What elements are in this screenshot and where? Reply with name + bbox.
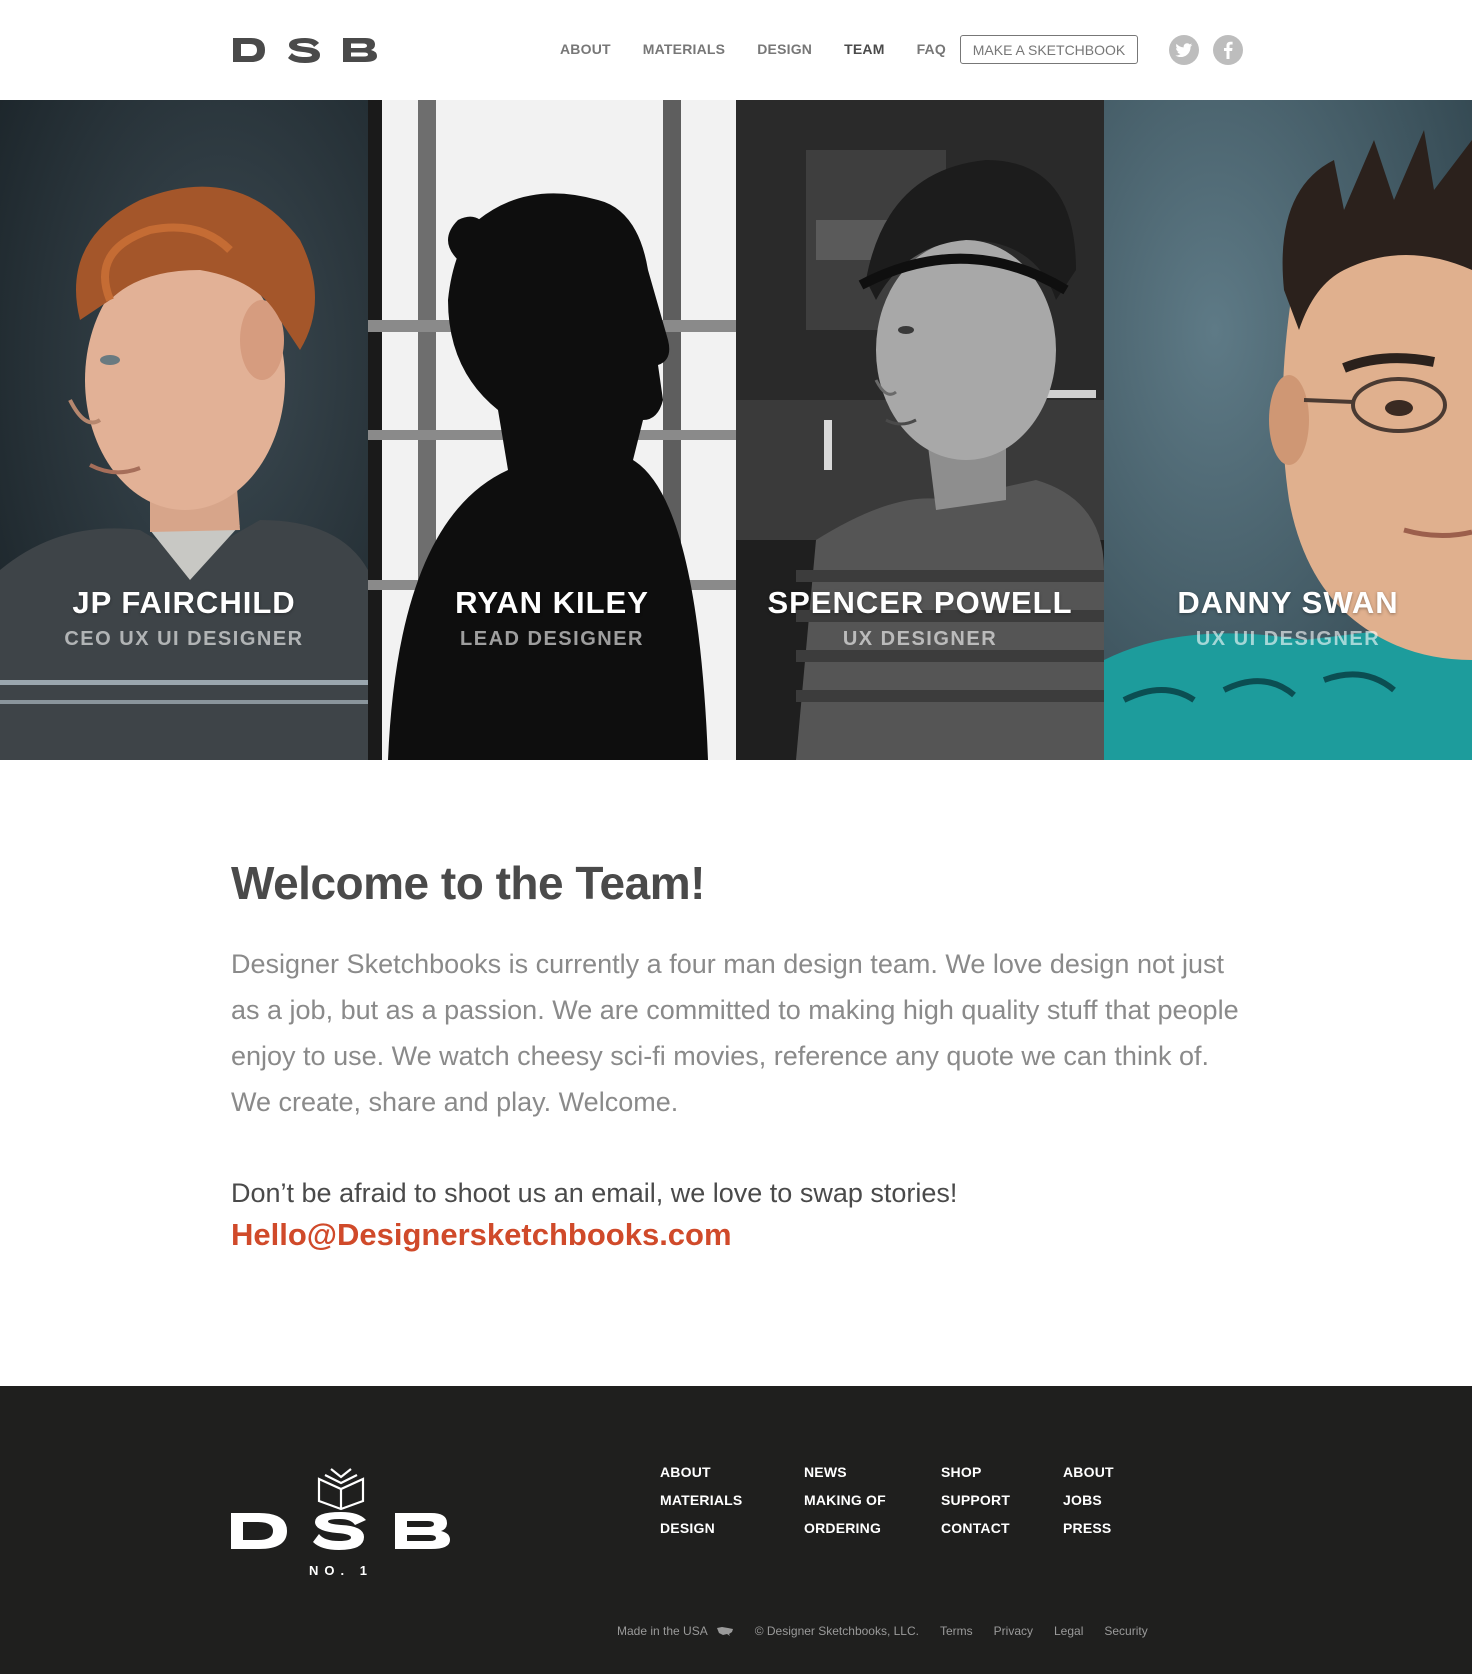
facebook-button[interactable] <box>1213 35 1243 65</box>
footer-link-press[interactable]: PRESS <box>1063 1514 1114 1542</box>
made-in-usa: Made in the USA <box>617 1624 734 1638</box>
team-member-card[interactable]: SPENCER POWELL UX DESIGNER <box>736 100 1104 760</box>
dsb-logo[interactable] <box>231 36 379 64</box>
footer-link-privacy[interactable]: Privacy <box>994 1624 1033 1638</box>
footer-column-4: ABOUT JOBS PRESS <box>1063 1458 1114 1542</box>
nav-team[interactable]: TEAM <box>844 40 884 58</box>
made-in-label: Made in the USA <box>617 1624 708 1638</box>
book-icon <box>317 1468 365 1511</box>
copyright-text: © Designer Sketchbooks, LLC. <box>754 1624 919 1638</box>
facebook-icon <box>1224 41 1233 59</box>
team-member-card[interactable]: RYAN KILEY LEAD DESIGNER <box>368 100 736 760</box>
footer-link-contact[interactable]: CONTACT <box>941 1514 1010 1542</box>
footer-link-about-2[interactable]: ABOUT <box>1063 1458 1114 1486</box>
footer-link-legal[interactable]: Legal <box>1054 1624 1083 1638</box>
twitter-button[interactable] <box>1169 35 1199 65</box>
member-role: LEAD DESIGNER <box>460 628 644 650</box>
footer-link-ordering[interactable]: ORDERING <box>804 1514 886 1542</box>
footer-link-design[interactable]: DESIGN <box>660 1514 742 1542</box>
member-photo <box>368 100 736 760</box>
twitter-icon <box>1175 42 1193 57</box>
make-sketchbook-button[interactable]: MAKE A SKETCHBOOK <box>960 35 1138 64</box>
usa-map-icon <box>716 1626 733 1636</box>
footer-bottom-bar: Made in the USA © Designer Sketchbooks, … <box>617 1624 1169 1638</box>
footer-link-jobs[interactable]: JOBS <box>1063 1486 1114 1514</box>
member-photo <box>736 100 1104 760</box>
member-photo <box>1104 100 1472 760</box>
footer-link-terms[interactable]: Terms <box>940 1624 973 1638</box>
nav-design[interactable]: DESIGN <box>757 40 812 58</box>
email-link[interactable]: Hello@Designersketchbooks.com <box>231 1213 1241 1257</box>
main-nav: ABOUT MATERIALS DESIGN TEAM FAQ <box>560 40 978 58</box>
team-member-card[interactable]: JP FAIRCHILD CEO UX UI DESIGNER <box>0 100 368 760</box>
member-name: RYAN KILEY <box>455 585 649 620</box>
logo-sub-text: NO. 1 <box>309 1563 373 1578</box>
footer-link-news[interactable]: NEWS <box>804 1458 886 1486</box>
footer-link-security[interactable]: Security <box>1104 1624 1147 1638</box>
member-role: CEO UX UI DESIGNER <box>64 628 304 650</box>
site-header: ABOUT MATERIALS DESIGN TEAM FAQ MAKE A S… <box>0 0 1472 100</box>
member-name: JP FAIRCHILD <box>72 585 296 620</box>
member-role: UX UI DESIGNER <box>1195 628 1381 650</box>
footer-column-3: SHOP SUPPORT CONTACT <box>941 1458 1010 1542</box>
welcome-section: Welcome to the Team! Designer Sketchbook… <box>231 855 1241 1257</box>
member-photo <box>0 100 368 760</box>
nav-about[interactable]: ABOUT <box>560 40 611 58</box>
page-title: Welcome to the Team! <box>231 857 705 909</box>
footer-logo[interactable]: NO. 1 <box>231 1461 451 1581</box>
member-role: UX DESIGNER <box>842 628 998 650</box>
footer-link-about[interactable]: ABOUT <box>660 1458 742 1486</box>
team-gallery: JP FAIRCHILD CEO UX UI DESIGNER RYAN KIL… <box>0 100 1472 760</box>
team-member-card[interactable]: DANNY SWAN UX UI DESIGNER <box>1104 100 1472 760</box>
nav-faq[interactable]: FAQ <box>917 40 946 58</box>
member-name: SPENCER POWELL <box>767 585 1073 620</box>
footer-column-1: ABOUT MATERIALS DESIGN <box>660 1458 742 1542</box>
intro-paragraph: Designer Sketchbooks is currently a four… <box>231 949 1239 1117</box>
footer-link-materials[interactable]: MATERIALS <box>660 1486 742 1514</box>
nav-materials[interactable]: MATERIALS <box>643 40 725 58</box>
site-footer: NO. 1 ABOUT MATERIALS DESIGN NEWS MAKING… <box>0 1386 1472 1674</box>
footer-column-2: NEWS MAKING OF ORDERING <box>804 1458 886 1542</box>
footer-link-shop[interactable]: SHOP <box>941 1458 1010 1486</box>
footer-link-support[interactable]: SUPPORT <box>941 1486 1010 1514</box>
contact-text: Don’t be afraid to shoot us an email, we… <box>231 1178 958 1208</box>
footer-link-making-of[interactable]: MAKING OF <box>804 1486 886 1514</box>
member-name: DANNY SWAN <box>1177 585 1399 620</box>
